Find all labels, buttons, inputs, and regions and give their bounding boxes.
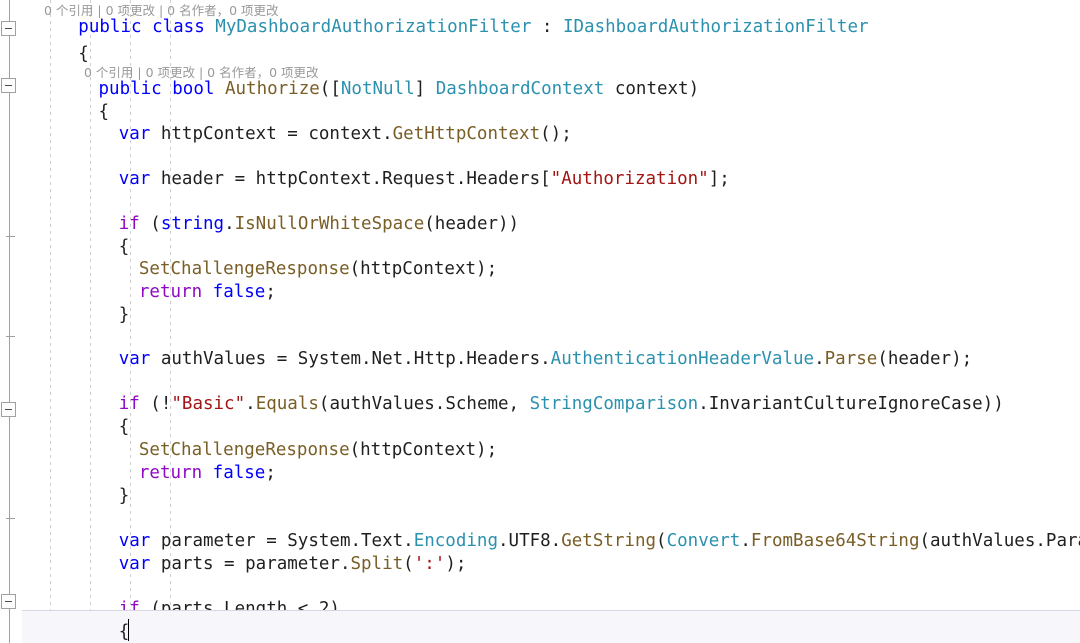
code-token-mth: Parse: [824, 349, 878, 369]
code-line[interactable]: {: [0, 610, 1080, 643]
code-token-pl: );: [445, 554, 467, 574]
code-token-br: }: [118, 486, 130, 506]
code-token-k: var: [118, 124, 151, 144]
code-line[interactable]: var header = httpContext.Request.Headers…: [0, 157, 1080, 202]
code-token-str: "Authorization": [550, 169, 709, 189]
code-token-pl: (: [403, 554, 414, 574]
code-token-pl: ];: [708, 169, 730, 189]
code-token-k: var: [118, 169, 151, 189]
code-token-str: ':': [413, 554, 446, 574]
code-line[interactable]: }: [0, 474, 1080, 519]
code-line-text: var header = httpContext.Request.Headers…: [119, 157, 730, 202]
code-token-type: AuthenticationHeaderValue: [550, 349, 815, 369]
codelens-indicator[interactable]: 0 个引用 | 0 项更改 | 0 名作者，0 项更改: [44, 0, 279, 22]
code-token-br: }: [118, 305, 130, 325]
code-line-text: var httpContext = context.GetHttpContext…: [119, 112, 572, 157]
code-token-k: var: [118, 554, 151, 574]
code-line[interactable]: }: [0, 293, 1080, 338]
code-token-mth: GetHttpContext: [392, 124, 541, 144]
code-editor[interactable]: public class MyDashboardAuthorizationFil…: [0, 0, 1080, 643]
codelens-indicator[interactable]: 0 个引用 | 0 项更改 | 0 名作者，0 项更改: [84, 62, 319, 84]
code-line[interactable]: var authValues = System.Net.Http.Headers…: [0, 337, 1080, 382]
code-line-text: var authValues = System.Net.Http.Headers…: [119, 337, 972, 382]
code-line[interactable]: var httpContext = context.GetHttpContext…: [0, 112, 1080, 157]
code-token-pl: header = httpContext.Request.Headers[: [150, 169, 551, 189]
code-line[interactable]: var parts = parameter.Split(':');: [0, 542, 1080, 587]
code-text-area[interactable]: public class MyDashboardAuthorizationFil…: [0, 0, 1080, 643]
code-token-pl: ();: [540, 124, 572, 144]
code-token-mth: Split: [350, 554, 404, 574]
code-token-pl: authValues = System.Net.Http.Headers.: [150, 349, 551, 369]
code-token-pl: .: [814, 349, 825, 369]
text-caret: [128, 619, 130, 641]
code-token-pl: (header);: [877, 349, 973, 369]
code-token-br: {: [78, 44, 89, 64]
code-line-text: }: [119, 293, 130, 338]
code-token-k: var: [118, 349, 151, 369]
code-token-pl: parts = parameter.: [150, 554, 351, 574]
code-line-text: var parts = parameter.Split(':');: [119, 542, 467, 587]
code-line-text: }: [119, 474, 130, 519]
code-line-text: {: [119, 610, 130, 643]
code-token-pl: httpContext = context.: [150, 124, 393, 144]
